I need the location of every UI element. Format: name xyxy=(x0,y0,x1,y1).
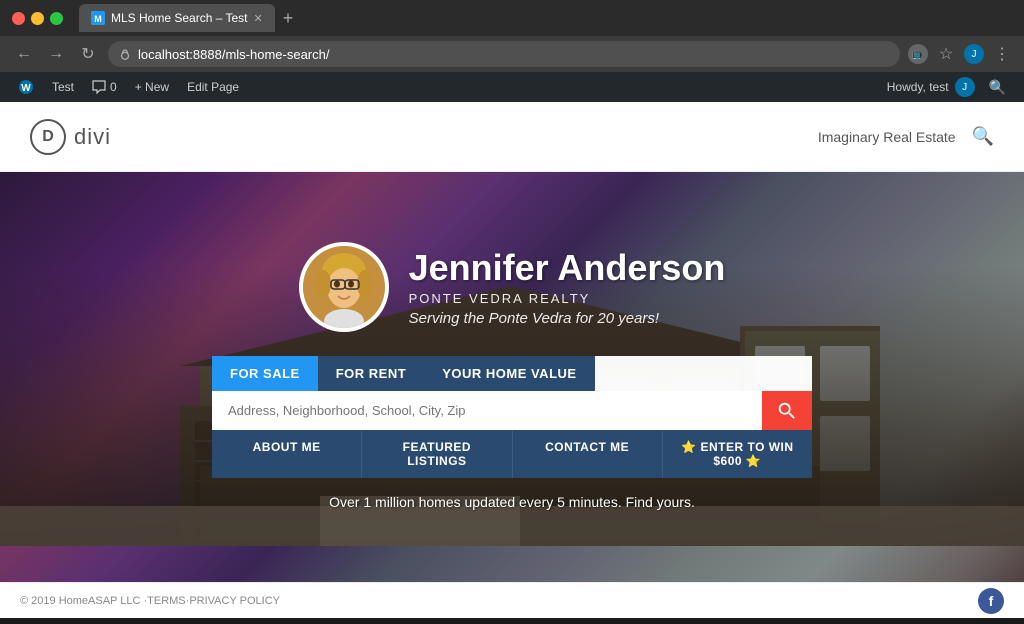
new-label: + New xyxy=(135,80,169,94)
hero-footer: Over 1 million homes updated every 5 min… xyxy=(329,494,695,512)
site-nav-realestate[interactable]: Imaginary Real Estate xyxy=(818,129,956,145)
address-bar[interactable] xyxy=(108,41,900,67)
agent-tagline: Serving the Ponte Vedra for 20 years! xyxy=(409,310,726,327)
tab-title: MLS Home Search – Test xyxy=(111,11,248,25)
search-input[interactable] xyxy=(212,391,762,430)
svg-text:W: W xyxy=(21,83,31,94)
browser-nav-bar: ← → ↻ 📺 ☆ J ⋮ xyxy=(0,36,1024,72)
user-avatar: J xyxy=(964,44,984,64)
footer-privacy-link[interactable]: PRIVACY POLICY xyxy=(189,595,280,607)
cast-icon: 📺 xyxy=(908,44,928,64)
browser-titlebar: M MLS Home Search – Test ✕ + xyxy=(0,0,1024,36)
nav-link-contact[interactable]: CONTACT ME xyxy=(513,430,663,478)
url-input[interactable] xyxy=(138,47,890,62)
footer-copyright: © 2019 HomeASAP LLC · xyxy=(20,595,147,607)
agent-company: PONTE VEDRA REALTY xyxy=(409,291,726,306)
edit-label: Edit Page xyxy=(187,80,239,94)
maximize-button[interactable] xyxy=(50,12,63,25)
hero-footer-text: Over 1 million homes updated every 5 min… xyxy=(329,494,695,510)
user-avatar-small: J xyxy=(955,77,975,97)
active-tab[interactable]: M MLS Home Search – Test ✕ xyxy=(79,4,275,32)
nav-link-listings[interactable]: FEATURED LISTINGS xyxy=(362,430,512,478)
site-search-button[interactable]: 🔍 xyxy=(972,126,994,147)
close-button[interactable] xyxy=(12,12,25,25)
tab-bar: M MLS Home Search – Test ✕ + xyxy=(79,4,1012,32)
search-nav-links: ABOUT ME FEATURED LISTINGS CONTACT ME ⭐ … xyxy=(212,430,812,478)
agent-avatar xyxy=(299,242,389,332)
hero-content: Jennifer Anderson PONTE VEDRA REALTY Ser… xyxy=(0,242,1024,478)
wp-admin-bar: W Test 0 + New Edit Page Howdy, test J 🔍 xyxy=(0,72,1024,102)
divi-logo-text: divi xyxy=(74,124,111,150)
howdy-text: Howdy, test xyxy=(887,80,949,94)
footer-terms-link[interactable]: TERMS xyxy=(147,595,186,607)
admin-bar-new-link[interactable]: + New xyxy=(127,72,177,102)
tab-close-icon[interactable]: ✕ xyxy=(254,12,263,25)
menu-icon[interactable]: ⋮ xyxy=(992,44,1012,64)
tab-favicon: M xyxy=(91,11,105,25)
admin-bar-test-link[interactable]: Test xyxy=(44,72,82,102)
site-nav: Imaginary Real Estate 🔍 xyxy=(818,126,994,147)
comments-count: 0 xyxy=(110,80,117,94)
site-header: D divi Imaginary Real Estate 🔍 xyxy=(0,102,1024,172)
traffic-lights xyxy=(12,12,63,25)
browser-chrome: M MLS Home Search – Test ✕ + ← → ↻ 📺 ☆ J… xyxy=(0,0,1024,72)
admin-bar-test-label: Test xyxy=(52,80,74,94)
svg-text:M: M xyxy=(94,14,102,24)
admin-bar-comments-link[interactable]: 0 xyxy=(84,72,125,102)
agent-info: Jennifer Anderson PONTE VEDRA REALTY Ser… xyxy=(409,247,726,327)
search-input-row xyxy=(212,391,812,430)
howdy-section: Howdy, test J 🔍 xyxy=(887,77,1014,97)
admin-bar-edit-link[interactable]: Edit Page xyxy=(179,72,247,102)
comment-icon xyxy=(92,80,106,94)
tab-home-value[interactable]: YOUR HOME VALUE xyxy=(424,356,594,391)
divi-logo[interactable]: D divi xyxy=(30,119,111,155)
agent-name: Jennifer Anderson xyxy=(409,247,726,289)
lock-icon xyxy=(118,47,132,61)
minimize-button[interactable] xyxy=(31,12,44,25)
search-submit-button[interactable] xyxy=(762,391,812,430)
hero-section: Jennifer Anderson PONTE VEDRA REALTY Ser… xyxy=(0,172,1024,582)
search-widget: FOR SALE FOR RENT YOUR HOME VALUE ABOUT … xyxy=(212,356,812,478)
search-icon-bar[interactable]: 🔍 xyxy=(981,79,1014,96)
tab-for-sale[interactable]: FOR SALE xyxy=(212,356,318,391)
search-tabs: FOR SALE FOR RENT YOUR HOME VALUE xyxy=(212,356,812,391)
agent-profile: Jennifer Anderson PONTE VEDRA REALTY Ser… xyxy=(0,242,1024,332)
divi-logo-circle: D xyxy=(30,119,66,155)
nav-link-about[interactable]: ABOUT ME xyxy=(212,430,362,478)
tab-for-rent[interactable]: FOR RENT xyxy=(318,356,424,391)
facebook-letter: f xyxy=(989,593,994,609)
wordpress-icon: W xyxy=(18,79,34,95)
bookmark-icon[interactable]: ☆ xyxy=(936,44,956,64)
forward-button[interactable]: → xyxy=(44,42,68,66)
reload-button[interactable]: ↻ xyxy=(76,42,100,66)
site-footer: © 2019 HomeASAP LLC · TERMS · PRIVACY PO… xyxy=(0,582,1024,618)
search-submit-icon xyxy=(776,400,798,422)
new-tab-button[interactable]: + xyxy=(279,8,298,29)
browser-nav-icons: 📺 ☆ J ⋮ xyxy=(908,44,1012,64)
nav-link-contest[interactable]: ⭐ ENTER TO WIN $600 ⭐ xyxy=(663,430,812,478)
facebook-icon-link[interactable]: f xyxy=(978,588,1004,614)
wp-logo-link[interactable]: W xyxy=(10,72,42,102)
back-button[interactable]: ← xyxy=(12,42,36,66)
